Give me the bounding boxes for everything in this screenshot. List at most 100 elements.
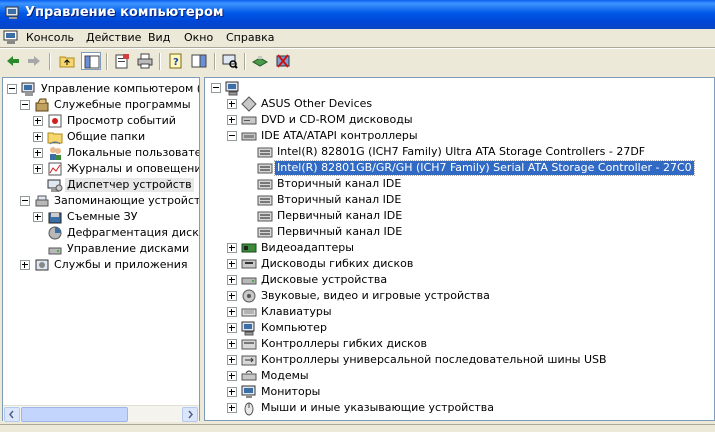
- scroll-right-button[interactable]: [182, 407, 198, 422]
- disk-management-icon: [48, 247, 62, 255]
- tree-item-label: Дефрагментация диска: [67, 226, 200, 239]
- scan-hardware-button[interactable]: [220, 52, 240, 70]
- toolbar: ?: [0, 49, 715, 74]
- scrollbar-thumb[interactable]: [21, 407, 128, 422]
- sound-icon: [242, 289, 256, 303]
- menu-window[interactable]: Окно: [184, 31, 213, 44]
- expand-icon[interactable]: [227, 355, 237, 365]
- device-tree-pane[interactable]: ASUS Other Devices DVD и CD-ROM дисководы…: [204, 77, 715, 421]
- device-tree-item[interactable]: IDE ATA/ATAPI контроллеры: [205, 128, 714, 144]
- device-tree-item[interactable]: Intel(R) 82801G (ICH7 Family) Ultra ATA …: [205, 144, 714, 160]
- expand-icon[interactable]: [227, 307, 237, 317]
- tree-item[interactable]: Управление компьютером (локаль: [3, 81, 199, 97]
- update-driver-button[interactable]: [250, 52, 270, 70]
- properties-button[interactable]: [112, 52, 132, 70]
- back-button[interactable]: [3, 52, 23, 70]
- print-button[interactable]: [135, 52, 155, 70]
- help-button[interactable]: ?: [166, 52, 186, 70]
- collapse-icon[interactable]: [20, 196, 30, 206]
- tree-item-label: Просмотр событий: [67, 114, 176, 127]
- expand-icon[interactable]: [33, 148, 43, 158]
- device-tree-item[interactable]: Компьютер: [205, 320, 714, 336]
- tree-item[interactable]: Просмотр событий: [3, 113, 199, 129]
- expand-icon[interactable]: [227, 339, 237, 349]
- device-tree-item[interactable]: Первичный канал IDE: [205, 208, 714, 224]
- console-tree-pane[interactable]: Управление компьютером (локаль Служебные …: [2, 77, 200, 421]
- expand-icon[interactable]: [20, 260, 30, 270]
- scan-hardware-icon: [222, 54, 238, 69]
- expand-icon[interactable]: [227, 115, 237, 125]
- tree-item-label: Первичный канал IDE: [277, 209, 403, 222]
- menu-bar: Консоль Действие Вид Окно Справка: [0, 29, 715, 47]
- expand-icon[interactable]: [227, 259, 237, 269]
- expand-icon[interactable]: [33, 132, 43, 142]
- device-tree-item[interactable]: ASUS Other Devices: [205, 96, 714, 112]
- show-tree-button[interactable]: [81, 52, 101, 70]
- device-tree-item[interactable]: Intel(R) 82801GB/GR/GH (ICH7 Family) Ser…: [205, 160, 714, 176]
- ide-channel-icon: [257, 227, 273, 238]
- device-tree-item[interactable]: Вторичный канал IDE: [205, 176, 714, 192]
- uninstall-icon: [276, 54, 290, 68]
- up-folder-button[interactable]: [57, 52, 77, 70]
- show-hide-panel-button[interactable]: [189, 52, 209, 70]
- menu-view[interactable]: Вид: [148, 31, 170, 44]
- back-icon: [7, 56, 19, 66]
- forward-button[interactable]: [24, 52, 44, 70]
- collapse-icon[interactable]: [211, 83, 221, 93]
- expand-icon[interactable]: [33, 164, 43, 174]
- device-tree-item[interactable]: Мониторы: [205, 384, 714, 400]
- expand-icon[interactable]: [227, 243, 237, 253]
- expand-icon[interactable]: [227, 403, 237, 413]
- tree-item-label: Intel(R) 82801GB/GR/GH (ICH7 Family) Ser…: [274, 160, 695, 176]
- tree-item[interactable]: Диспетчер устройств: [3, 177, 199, 193]
- device-tree-item[interactable]: Вторичный канал IDE: [205, 192, 714, 208]
- tree-item[interactable]: Съемные ЗУ: [3, 209, 199, 225]
- expand-icon[interactable]: [33, 116, 43, 126]
- tree-item[interactable]: Дефрагментация диска: [3, 225, 199, 241]
- tree-item[interactable]: Журналы и оповещения пр: [3, 161, 199, 177]
- menu-help[interactable]: Справка: [226, 31, 274, 44]
- device-tree-item[interactable]: [205, 80, 714, 96]
- expand-icon[interactable]: [33, 212, 43, 222]
- device-tree-item[interactable]: Контроллеры гибких дисков: [205, 336, 714, 352]
- device-tree-item[interactable]: Клавиатуры: [205, 304, 714, 320]
- menu-action[interactable]: Действие: [86, 31, 141, 44]
- expand-icon[interactable]: [227, 387, 237, 397]
- tree-item-label: Компьютер: [261, 321, 327, 334]
- device-tree-item[interactable]: DVD и CD-ROM дисководы: [205, 112, 714, 128]
- tree-item-label: Управление дисками: [67, 242, 190, 255]
- tree-item[interactable]: Запоминающие устройства: [3, 193, 199, 209]
- collapse-icon[interactable]: [7, 84, 17, 94]
- tree-item-label: Intel(R) 82801G (ICH7 Family) Ultra ATA …: [277, 145, 646, 158]
- ide-channel-icon: [257, 195, 273, 206]
- device-tree-item[interactable]: Контроллеры универсальной последовательн…: [205, 352, 714, 368]
- device-tree-item[interactable]: Видеоадаптеры: [205, 240, 714, 256]
- tree-item[interactable]: Управление дисками: [3, 241, 199, 257]
- uninstall-button[interactable]: [273, 52, 293, 70]
- tree-item[interactable]: Общие папки: [3, 129, 199, 145]
- device-tree-item[interactable]: Мыши и иные указывающие устройства: [205, 400, 714, 416]
- device-tree-item[interactable]: Модемы: [205, 368, 714, 384]
- device-tree-item[interactable]: Первичный канал IDE: [205, 224, 714, 240]
- scroll-left-button[interactable]: [4, 407, 20, 422]
- toolbar-separator: [49, 53, 51, 70]
- system-menu-icon[interactable]: [3, 30, 19, 45]
- device-tree-item[interactable]: Звуковые, видео и игровые устройства: [205, 288, 714, 304]
- expand-icon[interactable]: [227, 275, 237, 285]
- collapse-icon[interactable]: [227, 131, 237, 141]
- tree-item-label: Модемы: [261, 369, 309, 382]
- expand-icon[interactable]: [227, 371, 237, 381]
- tree-item[interactable]: Службы и приложения: [3, 257, 199, 273]
- expand-icon[interactable]: [227, 323, 237, 333]
- tree-item[interactable]: Служебные программы: [3, 97, 199, 113]
- tree-item[interactable]: Локальные пользователи: [3, 145, 199, 161]
- collapse-icon[interactable]: [20, 100, 30, 110]
- device-tree-item[interactable]: Дисководы гибких дисков: [205, 256, 714, 272]
- horizontal-scrollbar[interactable]: [3, 405, 199, 422]
- menu-console[interactable]: Консоль: [26, 31, 74, 44]
- expand-icon[interactable]: [227, 99, 237, 109]
- computer-management-icon: [5, 6, 19, 19]
- expand-icon[interactable]: [227, 291, 237, 301]
- device-tree-item[interactable]: Дисковые устройства: [205, 272, 714, 288]
- ide-controller-icon: [241, 132, 257, 141]
